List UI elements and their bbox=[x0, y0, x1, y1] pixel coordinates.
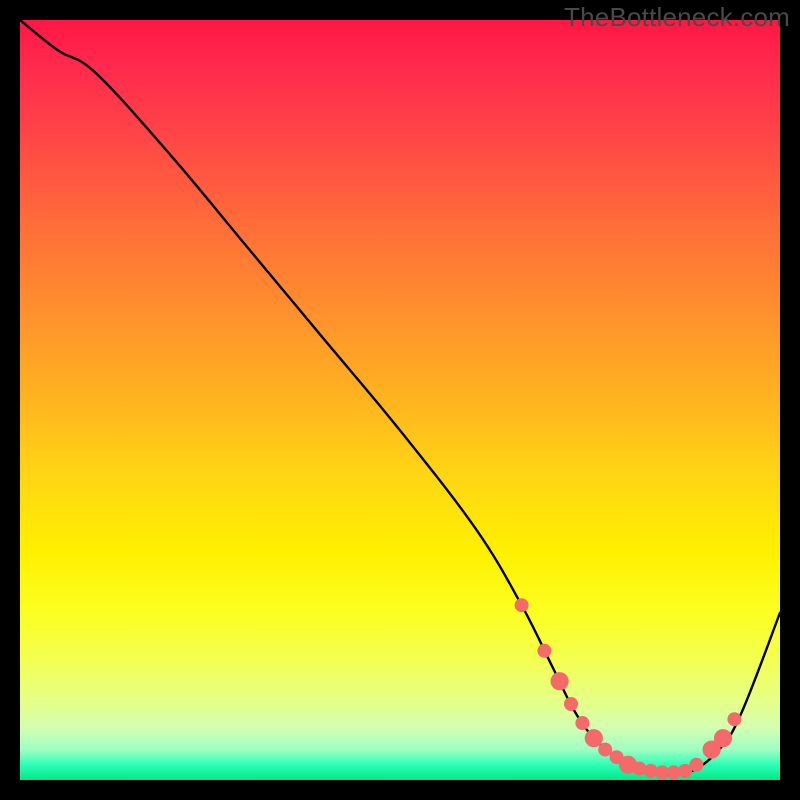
marker-dot bbox=[564, 697, 578, 711]
marker-dot bbox=[689, 758, 703, 772]
marker-dot bbox=[598, 743, 612, 757]
chart-svg bbox=[20, 20, 780, 780]
marker-dot bbox=[537, 644, 551, 658]
curve-line bbox=[20, 20, 780, 775]
marker-dot bbox=[585, 729, 603, 747]
marker-dot bbox=[575, 716, 589, 730]
watermark-text: TheBottleneck.com bbox=[564, 2, 790, 33]
marker-dot bbox=[714, 729, 732, 747]
marker-dot bbox=[515, 598, 529, 612]
marker-dot bbox=[551, 672, 569, 690]
marker-dot bbox=[727, 712, 741, 726]
marker-dots bbox=[515, 598, 742, 779]
